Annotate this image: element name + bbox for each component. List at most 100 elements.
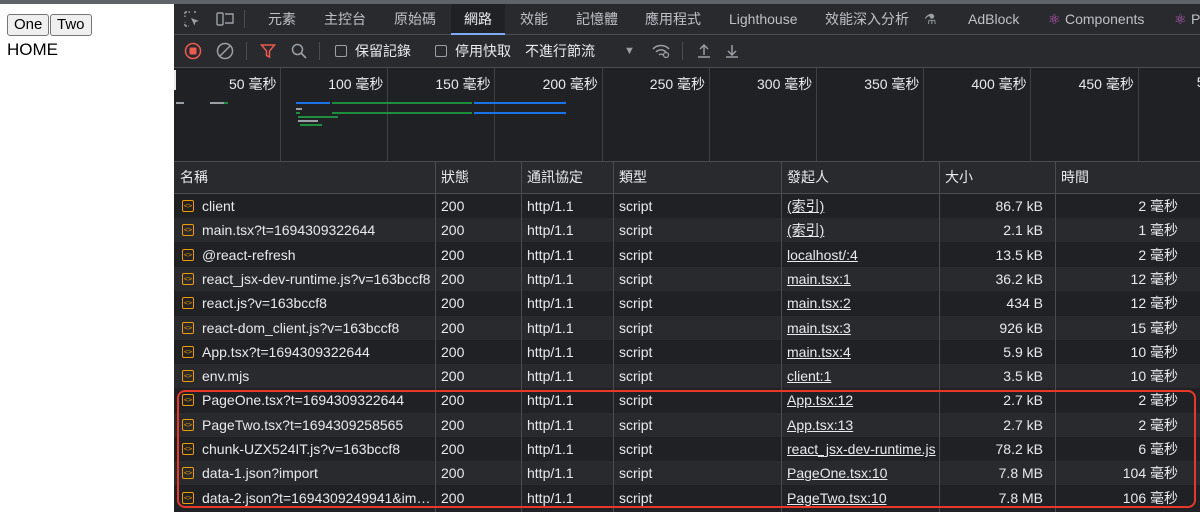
tab-elements[interactable]: 元素 <box>268 4 296 34</box>
table-row[interactable]: main.tsx?t=1694309322644 200 http/1.1 scrip… <box>174 218 1200 243</box>
script-file-icon: <> <box>182 224 194 237</box>
script-file-icon: <> <box>182 370 194 383</box>
cell-initiator[interactable]: PageOne.tsx:10 <box>781 461 939 485</box>
column-divider[interactable] <box>613 162 614 512</box>
cell-name: react-dom_client.js?v=163bccf8 <box>202 319 400 336</box>
network-overview[interactable]: 50 毫秒 100 毫秒 150 毫秒 200 毫秒 250 毫秒 300 毫秒 350 毫… <box>174 68 1200 162</box>
timeline-gridline <box>1137 68 1139 161</box>
cell-protocol: http/1.1 <box>527 343 574 360</box>
devtools-tabbar: 元素 主控台 原始碼 網路 效能 記憶體 應用程式 Lighthouse 效能深… <box>174 4 1200 35</box>
tab-lighthouse[interactable]: Lighthouse <box>729 4 798 34</box>
column-header-initiator[interactable]: 發起人 <box>781 162 939 193</box>
waterfall-bar <box>296 102 330 104</box>
cell-initiator[interactable]: client:1 <box>781 364 939 388</box>
table-row[interactable]: env.mjs 200 http/1.1 script client:1 3.5 kB 10… <box>174 364 1200 389</box>
tab-performance-insights[interactable]: 效能深入分析 <box>825 4 909 34</box>
cell-status: 200 <box>441 246 465 263</box>
cell-type: script <box>619 441 653 457</box>
cell-time: 15 毫秒 <box>1130 319 1178 336</box>
script-file-icon: <> <box>182 418 194 431</box>
cell-type: script <box>619 270 653 287</box>
cell-protocol: http/1.1 <box>527 416 574 433</box>
disable-cache-checkbox[interactable]: 停用快取 <box>435 35 511 67</box>
table-row[interactable]: PageTwo.tsx?t=1694309258565 200 http/1.1 sc… <box>174 412 1200 437</box>
table-row[interactable]: App.tsx?t=1694309322644 200 http/1.1 script… <box>174 339 1200 364</box>
column-header-time[interactable]: 時間 <box>1055 162 1190 193</box>
cell-status: 200 <box>441 489 465 506</box>
page-button-one[interactable]: One <box>7 14 50 36</box>
cell-name: PageTwo.tsx?t=1694309258565 <box>202 416 404 433</box>
column-header-type[interactable]: 類型 <box>613 162 781 193</box>
search-icon[interactable] <box>291 35 307 67</box>
column-divider[interactable] <box>435 162 436 512</box>
table-row[interactable]: react.js?v=163bccf8 200 http/1.1 script main… <box>174 291 1200 316</box>
device-toolbar-icon[interactable] <box>216 4 234 34</box>
cell-size: 2.7 kB <box>1003 392 1043 409</box>
waterfall-bar <box>296 108 302 110</box>
cell-size: 3.5 kB <box>1003 368 1043 385</box>
table-row[interactable]: @react-refresh 200 http/1.1 script localhost… <box>174 242 1200 267</box>
timeline-tick-label: 50 毫秒 <box>229 76 277 92</box>
chevron-down-icon[interactable]: ▼ <box>624 35 635 67</box>
cell-time: 12 毫秒 <box>1130 270 1178 287</box>
network-conditions-icon[interactable] <box>651 35 671 67</box>
upload-icon[interactable] <box>696 35 712 67</box>
cell-status: 200 <box>441 319 465 336</box>
filter-icon[interactable] <box>259 35 277 67</box>
cell-initiator[interactable]: main.tsx:1 <box>781 267 939 291</box>
cell-initiator[interactable]: (索引) <box>781 194 939 218</box>
waterfall-bar <box>224 102 228 104</box>
preserve-log-checkbox[interactable]: 保留記錄 <box>335 35 411 67</box>
timeline-tick-label: 300 毫秒 <box>757 76 813 92</box>
column-divider[interactable] <box>939 162 940 512</box>
table-row[interactable]: client 200 http/1.1 script (索引) 86.7 kB 2 毫秒 <> <box>174 194 1200 218</box>
script-file-icon: <> <box>182 272 194 285</box>
tab-profiler[interactable]: P <box>1191 4 1200 34</box>
table-row[interactable]: data-1.json?import 200 http/1.1 script PageO… <box>174 461 1200 486</box>
clear-icon[interactable] <box>216 35 234 67</box>
record-stop-icon[interactable] <box>184 35 202 67</box>
timeline-gridline <box>601 68 603 161</box>
cell-initiator[interactable]: main.tsx:3 <box>781 316 939 340</box>
column-header-protocol[interactable]: 通訊協定 <box>521 162 613 193</box>
cell-protocol: http/1.1 <box>527 246 574 263</box>
table-row[interactable]: data-2.json?t=1694309249941&import 200 htt… <box>174 485 1200 510</box>
cell-initiator[interactable]: App.tsx:12 <box>781 388 939 412</box>
download-icon[interactable] <box>724 35 740 67</box>
column-header-name[interactable]: 名稱 <box>174 162 435 193</box>
overview-cursor <box>174 70 176 90</box>
waterfall-bar <box>210 102 224 104</box>
cell-initiator[interactable]: react_jsx-dev-runtime.js <box>781 437 939 461</box>
tab-components[interactable]: Components <box>1065 4 1144 34</box>
cell-type: script <box>619 246 653 263</box>
tab-performance[interactable]: 效能 <box>520 4 548 34</box>
page-button-two[interactable]: Two <box>50 14 92 36</box>
table-row[interactable]: chunk-UZX524IT.js?v=163bccf8 200 http/1.1 s… <box>174 437 1200 461</box>
column-divider[interactable] <box>521 162 522 512</box>
column-header-size[interactable]: 大小 <box>939 162 1055 193</box>
cell-initiator[interactable]: PageTwo.tsx:10 <box>781 486 939 510</box>
table-row[interactable]: react-dom_client.js?v=163bccf8 200 http/1.… <box>174 315 1200 340</box>
table-row[interactable]: PageOne.tsx?t=1694309322644 200 http/1.1 sc… <box>174 388 1200 413</box>
tab-network[interactable]: 網路 <box>451 4 505 35</box>
throttling-select[interactable]: 不進行節流 <box>525 35 595 67</box>
cell-protocol: http/1.1 <box>527 465 574 482</box>
tab-memory[interactable]: 記憶體 <box>576 4 618 34</box>
cell-initiator[interactable]: (索引) <box>781 218 939 242</box>
cell-initiator[interactable]: main.tsx:2 <box>781 291 939 315</box>
cell-initiator[interactable]: main.tsx:4 <box>781 340 939 364</box>
column-divider[interactable] <box>1055 162 1056 512</box>
cell-name: env.mjs <box>202 368 250 385</box>
tab-application[interactable]: 應用程式 <box>645 4 701 34</box>
table-row[interactable]: react_jsx-dev-runtime.js?v=163bccf8 200 ht… <box>174 266 1200 291</box>
tab-sources[interactable]: 原始碼 <box>394 4 436 34</box>
inspect-element-icon[interactable] <box>184 4 200 34</box>
column-divider[interactable] <box>781 162 782 512</box>
tab-console[interactable]: 主控台 <box>324 4 366 34</box>
cell-initiator[interactable]: localhost/:4 <box>781 243 939 267</box>
column-header-status[interactable]: 狀態 <box>435 162 521 193</box>
script-file-icon: <> <box>182 345 194 358</box>
tab-adblock[interactable]: AdBlock <box>968 4 1019 34</box>
cell-initiator[interactable]: App.tsx:13 <box>781 413 939 437</box>
waterfall-bar <box>474 112 566 114</box>
